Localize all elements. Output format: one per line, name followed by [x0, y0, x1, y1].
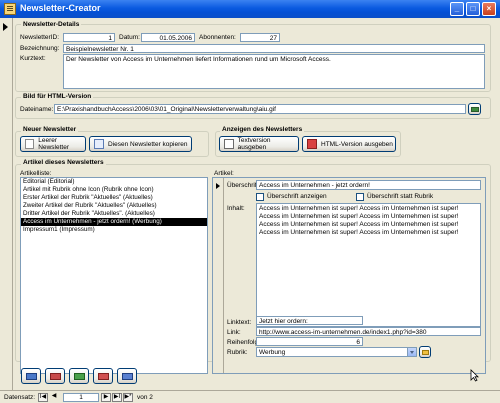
current-record-icon	[3, 23, 8, 31]
list-item[interactable]: Editorial (Editorial)	[21, 178, 207, 186]
list-item[interactable]: Zweiter Artikel der Rubrik "Aktuelles" (…	[21, 202, 207, 210]
short-text-label: Kurztext:	[20, 55, 46, 62]
headline-instead-rubric-label: Überschrift statt Rubrik	[367, 193, 434, 200]
first-record-button[interactable]: I◀	[38, 393, 48, 402]
newsletter-id-field[interactable]: 1	[63, 33, 115, 42]
filename-field[interactable]: E:\PraxishandbuchAccess\2006\03\01_Origi…	[54, 104, 466, 114]
text-document-icon	[224, 139, 234, 149]
headline-instead-rubric-checkbox[interactable]	[356, 193, 364, 201]
subscribers-label: Abonnenten:	[199, 34, 236, 41]
last-record-button[interactable]: ▶I	[112, 393, 122, 402]
order-field[interactable]: 6	[256, 337, 363, 346]
list-item[interactable]: Impressum1 (Impressum)	[21, 226, 207, 234]
rubric-select-value: Werbung	[259, 349, 286, 356]
name-field[interactable]: Beispielnewsletter Nr. 1	[63, 44, 485, 53]
record-count-text: von 2	[137, 394, 153, 401]
date-field[interactable]: 01.05.2006	[141, 33, 195, 42]
edit-rubric-button[interactable]	[419, 346, 431, 358]
new-record-button[interactable]: ▶*	[123, 393, 133, 402]
new-article-icon	[122, 373, 133, 380]
article-listbox[interactable]: Editorial (Editorial) Artikel mit Rubrik…	[20, 177, 208, 374]
subscribers-field[interactable]: 27	[240, 33, 280, 42]
record-navigation-bar: Datensatz: I◀ ◀ 1 ▶ ▶I ▶* von 2	[0, 390, 500, 403]
show-headline-label: Überschrift anzeigen	[267, 193, 327, 200]
maximize-button[interactable]: □	[466, 2, 480, 16]
add-article-button[interactable]	[69, 368, 89, 384]
record-selector[interactable]	[0, 18, 13, 390]
linktext-field[interactable]: Jetzt hier ordern:	[256, 316, 363, 325]
html-document-icon	[307, 139, 317, 149]
details-heading: Newsletter-Details	[21, 21, 82, 28]
article-up-button[interactable]	[21, 368, 41, 384]
minimize-button[interactable]: _	[450, 2, 464, 16]
list-item-selected[interactable]: Access im Unternehmen - jetzt ordern! (W…	[21, 218, 207, 226]
list-item[interactable]: Artikel mit Rubrik ohne Icon (Rubrik ohn…	[21, 186, 207, 194]
prev-record-button[interactable]: ◀	[49, 393, 59, 402]
record-number-input[interactable]: 1	[63, 393, 99, 402]
window-title: Newsletter-Creator	[20, 3, 101, 13]
content-field[interactable]: Access im Unternehmen ist super! Access …	[256, 203, 481, 327]
add-article-icon	[74, 373, 85, 380]
next-record-button[interactable]: ▶	[101, 393, 111, 402]
articles-heading: Artikel dieses Newsletters	[21, 159, 106, 166]
move-article-icon	[26, 373, 37, 380]
close-button[interactable]: ×	[482, 2, 496, 16]
mouse-cursor-icon	[470, 369, 479, 382]
show-headline-checkbox[interactable]	[256, 193, 264, 201]
new-article-button[interactable]	[117, 368, 137, 384]
copy-newsletter-button[interactable]: Diesen Newsletter kopieren	[89, 136, 192, 152]
remove-article-button[interactable]	[93, 368, 113, 384]
article-label: Artikel:	[214, 170, 234, 177]
show-newsletter-heading: Anzeigen des Newsletters	[220, 126, 305, 133]
folder-icon	[422, 350, 429, 355]
copy-icon	[94, 139, 104, 149]
rubric-label: Rubrik:	[227, 349, 248, 356]
linktext-label: Linktext:	[227, 319, 252, 326]
image-heading: Bild für HTML-Version	[21, 93, 94, 100]
current-record-icon	[216, 183, 220, 189]
form-icon	[4, 3, 16, 15]
article-down-button[interactable]	[45, 368, 65, 384]
copy-newsletter-label: Diesen Newsletter kopieren	[108, 140, 188, 148]
text-version-label: Textversion ausgeben	[237, 137, 271, 151]
article-list-label: Artikelliste:	[20, 170, 52, 177]
title-bar: Newsletter-Creator _ □ ×	[0, 0, 500, 18]
text-version-button[interactable]: Textversion ausgeben	[219, 136, 299, 152]
rubric-select[interactable]: Werbung	[256, 347, 417, 357]
id-label: NewsletterID:	[20, 34, 60, 41]
new-newsletter-heading: Neuer Newsletter	[21, 126, 79, 133]
image-icon	[471, 107, 479, 112]
link-label: Link:	[227, 329, 241, 336]
form-body: Newsletter-Details NewsletterID: 1 Datum…	[13, 18, 497, 390]
remove-article-icon	[98, 373, 109, 380]
browse-image-button[interactable]	[468, 103, 481, 115]
short-text-field[interactable]: Der Newsletter von Access im Unternehmen…	[63, 54, 485, 89]
chevron-down-icon[interactable]	[407, 348, 416, 356]
move-down-icon	[50, 373, 61, 380]
new-document-icon	[25, 139, 35, 149]
content-label: Inhalt:	[227, 205, 245, 212]
list-item[interactable]: Erster Artikel der Rubrik "Aktuelles" (A…	[21, 194, 207, 202]
html-version-button[interactable]: HTML-Version ausgeben	[302, 136, 396, 152]
app-window: Newsletter-Creator _ □ × Newsletter-Deta…	[0, 0, 500, 403]
subform-record-selector[interactable]	[213, 178, 224, 373]
html-version-label: HTML-Version ausgeben	[321, 140, 393, 148]
empty-newsletter-label: Leerer Newsletter	[38, 137, 69, 151]
filename-label: Dateiname:	[20, 106, 54, 113]
link-field[interactable]: http://www.access-im-unternehmen.de/inde…	[256, 327, 481, 336]
date-label: Datum:	[119, 34, 140, 41]
list-item[interactable]: Dritter Artikel der Rubrik "Aktuelles". …	[21, 210, 207, 218]
empty-newsletter-button[interactable]: Leerer Newsletter	[20, 136, 86, 152]
record-label: Datensatz:	[4, 394, 36, 401]
headline-field[interactable]: Access im Unternehmen - jetzt ordern!	[256, 180, 481, 190]
name-label: Bezeichnung:	[20, 45, 60, 52]
